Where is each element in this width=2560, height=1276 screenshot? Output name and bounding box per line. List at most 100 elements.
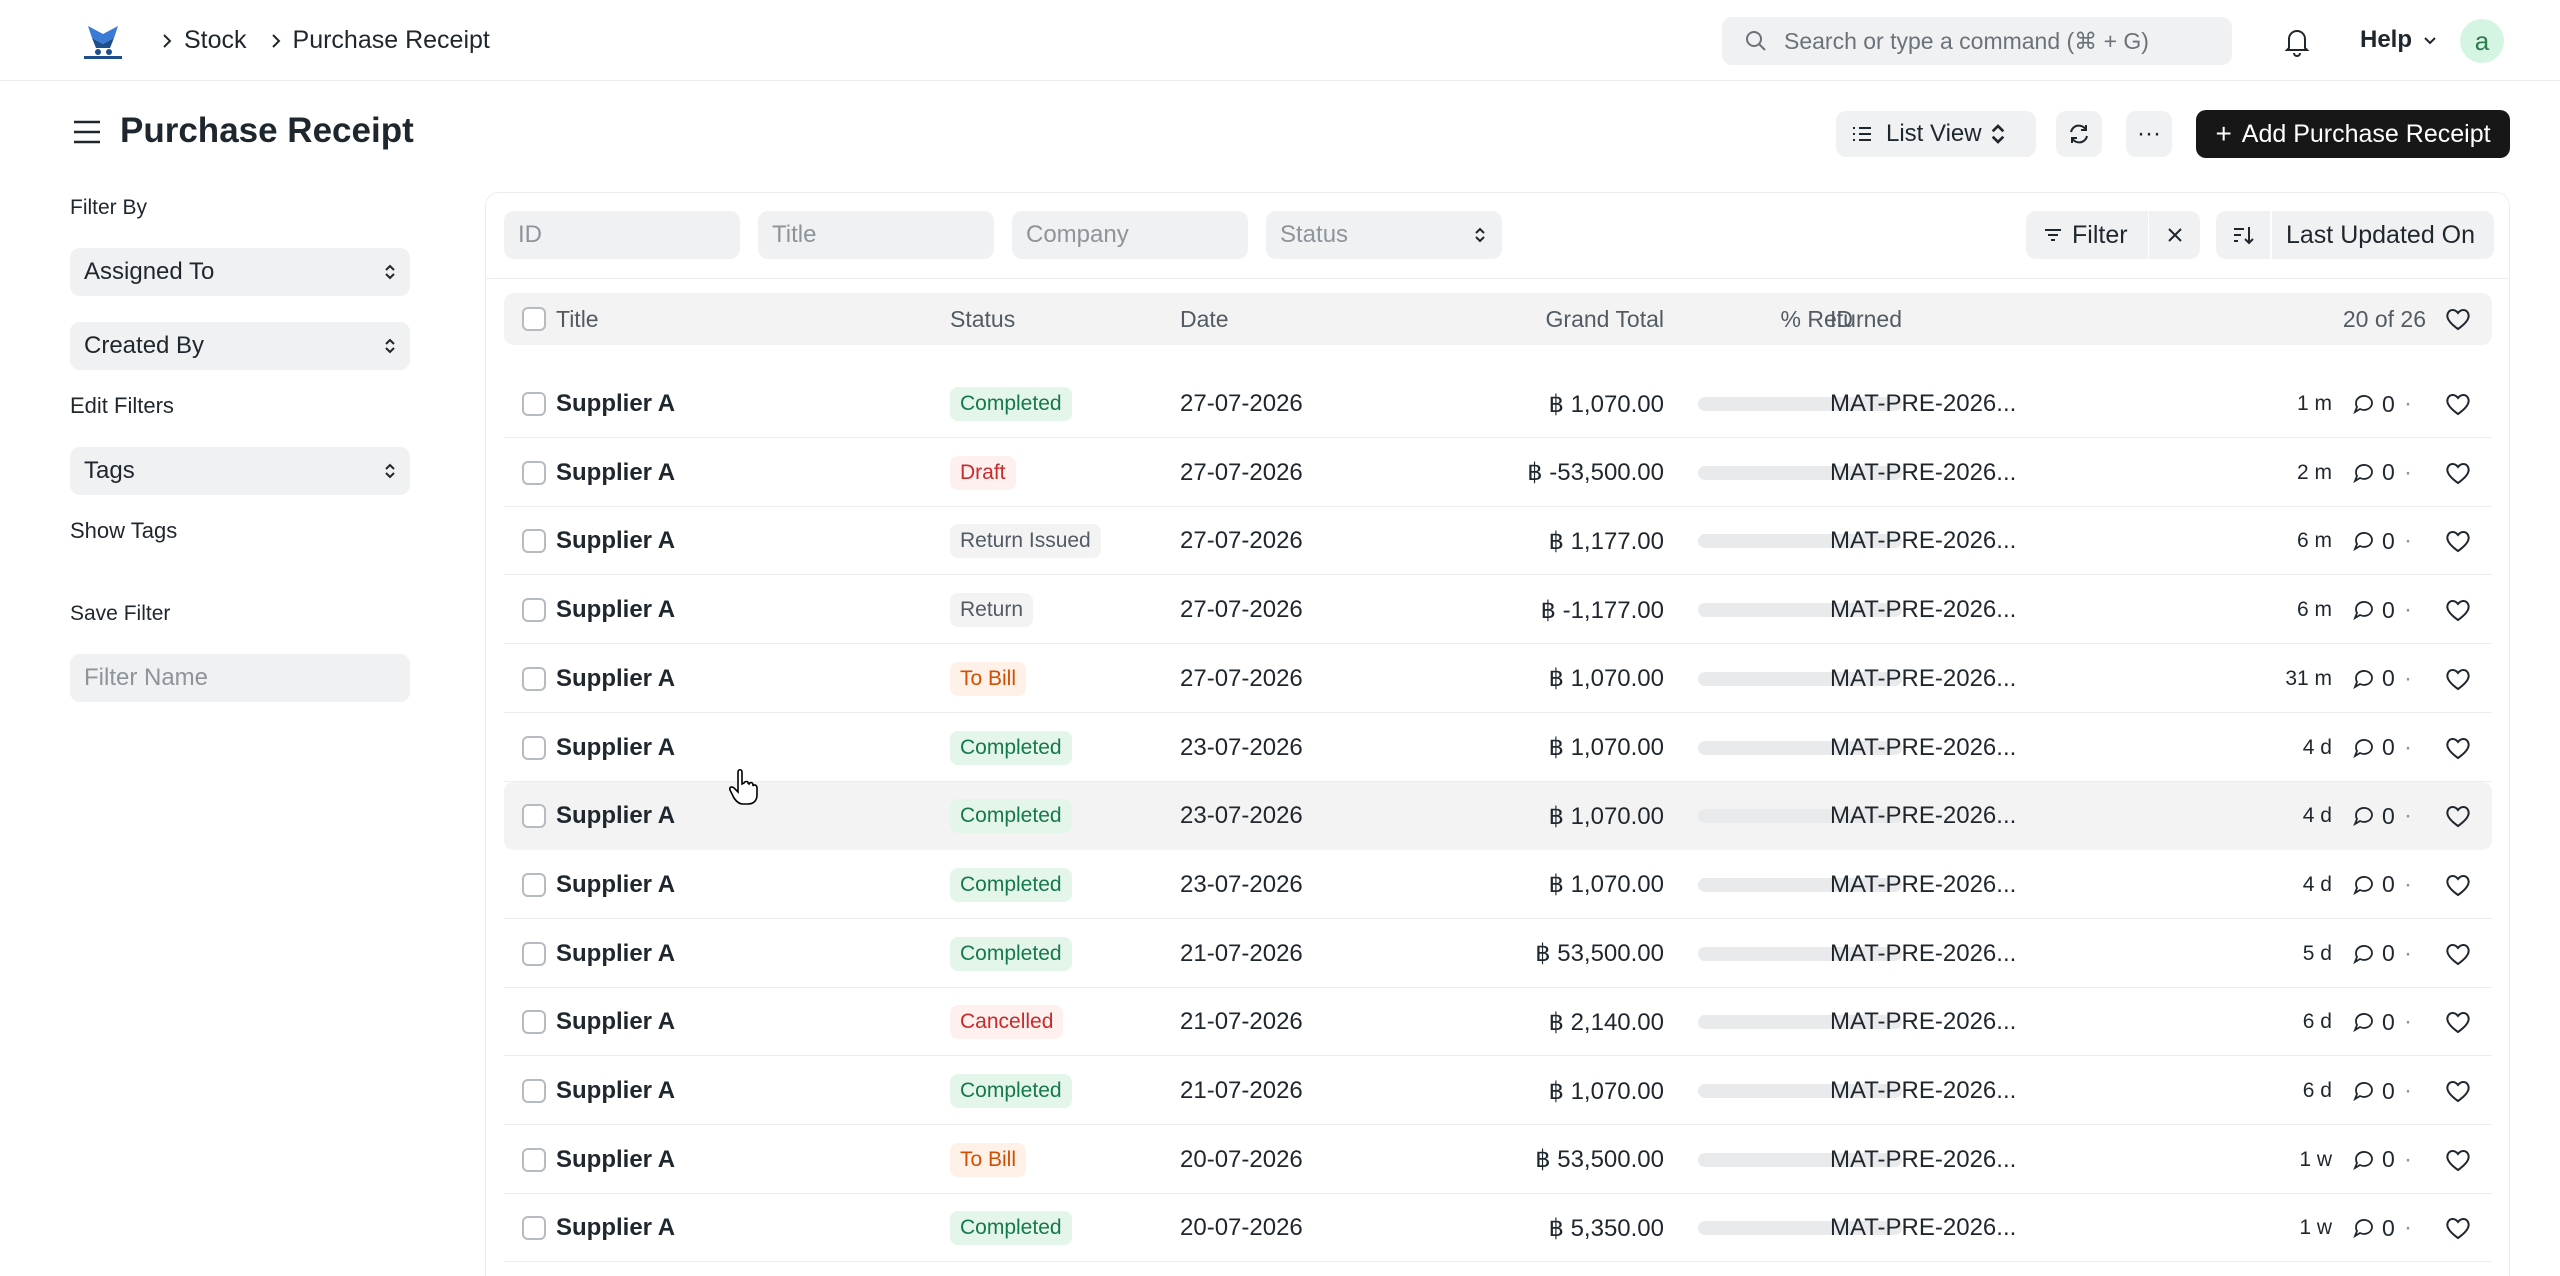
refresh-button[interactable] (2056, 111, 2102, 157)
comment-count[interactable]: 0 (2352, 1194, 2395, 1262)
status-badge: To Bill (950, 1142, 1027, 1177)
row-title[interactable]: Supplier A (556, 920, 675, 988)
company-filter-input[interactable]: Company (1012, 211, 1248, 259)
row-checkbox[interactable] (522, 645, 546, 713)
row-title[interactable]: Supplier A (556, 507, 675, 575)
breadcrumb-purchase-receipt[interactable]: Purchase Receipt (293, 26, 490, 55)
breadcrumb-stock[interactable]: Stock (184, 26, 247, 55)
row-checkbox[interactable] (522, 370, 546, 438)
comment-count[interactable]: 0 (2352, 988, 2395, 1056)
table-row[interactable]: Supplier A Return 27-07-2026 ฿ -1,177.00 MAT… (504, 576, 2492, 645)
row-title[interactable]: Supplier A (556, 1194, 675, 1262)
assigned-to-select[interactable]: Assigned To (70, 248, 410, 296)
heart-icon[interactable] (2444, 714, 2472, 782)
row-title[interactable]: Supplier A (556, 370, 675, 438)
row-title[interactable]: Supplier A (556, 645, 675, 713)
row-checkbox[interactable] (522, 782, 546, 850)
heart-icon[interactable] (2444, 920, 2472, 988)
row-checkbox[interactable] (522, 714, 546, 782)
status-badge-wrap: Completed (950, 1194, 1072, 1262)
heart-icon[interactable] (2444, 1126, 2472, 1194)
row-title[interactable]: Supplier A (556, 782, 675, 850)
row-checkbox[interactable] (522, 988, 546, 1056)
row-id: MAT-PRE-2026... (1830, 1077, 2017, 1104)
created-by-select[interactable]: Created By (70, 322, 410, 370)
table-row[interactable]: Supplier A Completed 21-07-2026 ฿ 53,500.00… (504, 920, 2492, 988)
heart-icon[interactable] (2444, 645, 2472, 713)
comment-count[interactable]: 0 (2352, 1057, 2395, 1125)
row-title[interactable]: Supplier A (556, 576, 675, 644)
notification-bell-icon[interactable] (2280, 24, 2314, 58)
row-title[interactable]: Supplier A (556, 988, 675, 1056)
select-all-checkbox[interactable] (522, 293, 546, 345)
table-row[interactable]: Supplier A Completed 21-07-2026 ฿ 1,070.00 M… (504, 1057, 2492, 1125)
edit-filters-link[interactable]: Edit Filters (70, 393, 174, 419)
sort-order-button[interactable] (2216, 211, 2270, 259)
row-title[interactable]: Supplier A (556, 439, 675, 507)
table-row[interactable]: Supplier A Completed 27-07-2026 ฿ 1,070.00 M… (504, 370, 2492, 438)
row-title[interactable]: Supplier A (556, 1057, 675, 1125)
row-checkbox[interactable] (522, 920, 546, 988)
app-logo[interactable] (80, 20, 126, 62)
id-filter-input[interactable]: ID (504, 211, 740, 259)
row-title[interactable]: Supplier A (556, 851, 675, 919)
row-checkbox[interactable] (522, 1194, 546, 1262)
heart-icon[interactable] (2444, 1057, 2472, 1125)
comment-count[interactable]: 0 (2352, 782, 2395, 850)
heart-icon[interactable] (2444, 988, 2472, 1056)
table-row[interactable]: Supplier A Completed 23-07-2026 ฿ 1,070.00 M… (504, 782, 2492, 851)
comment-count[interactable]: 0 (2352, 714, 2395, 782)
filter-name-input[interactable]: Filter Name (70, 654, 410, 702)
heart-icon[interactable] (2444, 370, 2472, 438)
row-title[interactable]: Supplier A (556, 714, 675, 782)
table-row[interactable]: Supplier A Completed 20-07-2026 ฿ 5,350.00 M… (504, 1194, 2492, 1263)
filter-button[interactable]: Filter (2026, 211, 2200, 259)
row-title[interactable]: Supplier A (556, 1126, 675, 1194)
more-actions-button[interactable]: ··· (2126, 111, 2172, 157)
comment-count[interactable]: 0 (2352, 439, 2395, 507)
sort-by-selector[interactable]: Last Updated On (2272, 211, 2494, 259)
title-filter-input[interactable]: Title (758, 211, 994, 259)
clear-filter-button[interactable] (2148, 211, 2200, 259)
help-dropdown[interactable]: Help (2360, 26, 2438, 54)
tags-select[interactable]: Tags (70, 447, 410, 495)
heart-icon[interactable] (2444, 1194, 2472, 1262)
comment-count[interactable]: 0 (2352, 370, 2395, 438)
row-checkbox[interactable] (522, 1126, 546, 1194)
table-row[interactable]: Supplier A To Bill 20-07-2026 ฿ 53,500.00 MA… (504, 1126, 2492, 1194)
table-row[interactable]: Supplier A Return Issued 27-07-2026 ฿ 1,177… (504, 507, 2492, 576)
row-id: MAT-PRE-2026... (1830, 527, 2017, 555)
row-checkbox[interactable] (522, 1057, 546, 1125)
table-row[interactable]: Supplier A To Bill 27-07-2026 ฿ 1,070.00 MAT… (504, 645, 2492, 713)
table-row[interactable]: Supplier A Completed 23-07-2026 ฿ 1,070.00 M… (504, 851, 2492, 919)
heart-icon[interactable] (2444, 851, 2472, 919)
add-purchase-receipt-button[interactable]: + Add Purchase Receipt (2196, 110, 2510, 158)
heart-icon[interactable] (2444, 782, 2472, 850)
status-filter-select[interactable]: Status (1266, 211, 1502, 259)
heart-icon[interactable] (2444, 293, 2472, 345)
comment-count[interactable]: 0 (2352, 851, 2395, 919)
heart-icon[interactable] (2444, 507, 2472, 575)
sidebar-toggle-icon[interactable] (70, 117, 104, 147)
comment-count[interactable]: 0 (2352, 507, 2395, 575)
separator-dot: · (2404, 390, 2412, 417)
row-grand-total: ฿ 1,177.00 (1548, 527, 1664, 555)
row-checkbox[interactable] (522, 507, 546, 575)
list-view-switcher[interactable]: List View (1836, 111, 2036, 157)
row-checkbox[interactable] (522, 439, 546, 507)
row-checkbox[interactable] (522, 851, 546, 919)
table-row[interactable]: Supplier A Completed 23-07-2026 ฿ 1,070.00 M… (504, 714, 2492, 782)
comment-count[interactable]: 0 (2352, 645, 2395, 713)
comment-count[interactable]: 0 (2352, 920, 2395, 988)
table-row[interactable]: Supplier A Cancelled 21-07-2026 ฿ 2,140.00 M… (504, 988, 2492, 1057)
heart-icon[interactable] (2444, 439, 2472, 507)
table-row[interactable]: Supplier A Draft 27-07-2026 ฿ -53,500.00 MAT… (504, 439, 2492, 507)
comment-count[interactable]: 0 (2352, 1126, 2395, 1194)
row-checkbox[interactable] (522, 576, 546, 644)
avatar[interactable]: a (2460, 19, 2504, 63)
show-tags-link[interactable]: Show Tags (70, 518, 177, 544)
row-date: 23-07-2026 (1180, 733, 1303, 761)
search-input[interactable]: Search or type a command (⌘ + G) (1722, 17, 2232, 65)
heart-icon[interactable] (2444, 576, 2472, 644)
comment-count[interactable]: 0 (2352, 576, 2395, 644)
